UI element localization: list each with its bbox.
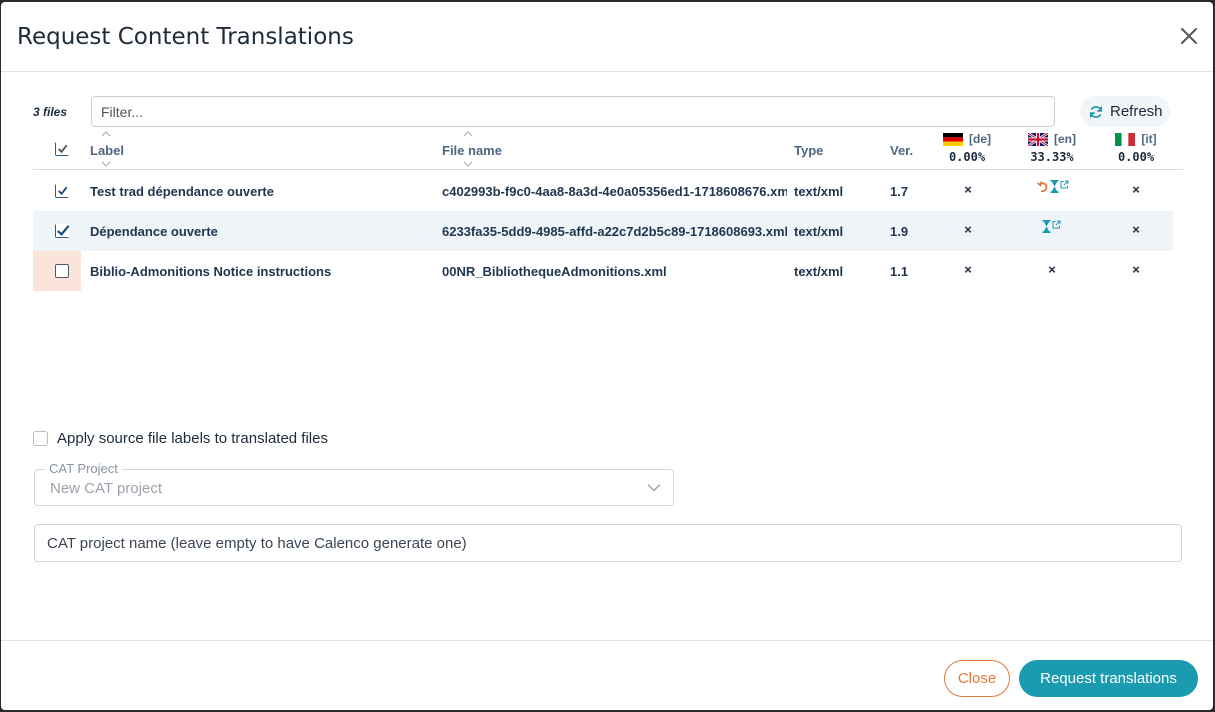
- dialog-title: Request Content Translations: [17, 24, 354, 50]
- apply-labels-checkbox[interactable]: [33, 431, 48, 446]
- column-version: Ver.: [890, 143, 914, 158]
- request-translations-button[interactable]: Request translations: [1019, 660, 1198, 697]
- sort-down-icon[interactable]: [463, 161, 473, 167]
- row-version: 1.9: [890, 224, 909, 239]
- refresh-button[interactable]: Refresh: [1080, 96, 1170, 127]
- undo-icon: [1037, 181, 1048, 193]
- toolbar: 3 files Refresh: [1, 96, 1213, 128]
- row-version: 1.7: [890, 184, 909, 199]
- column-file-name[interactable]: File name: [442, 143, 502, 158]
- flag-gb-icon: [1028, 132, 1048, 146]
- select-all-checkbox[interactable]: [55, 141, 70, 156]
- row-label: Dépendance ouverte: [90, 224, 218, 239]
- row-file-name: 6233fa35-5dd9-4985-affd-a22c7d2b5c89-171…: [442, 224, 787, 239]
- lang-percent-en: 33.33%: [1030, 150, 1074, 164]
- files-count: 3 files: [33, 105, 68, 119]
- cat-project-name-input[interactable]: [34, 524, 1182, 562]
- row-label: Biblio-Admonitions Notice instructions: [90, 264, 332, 279]
- lang-percent-it: 0.00%: [1117, 150, 1155, 164]
- lang-code-it: [it]: [1141, 132, 1157, 146]
- lang-column-de: [de] 0.00%: [937, 132, 997, 164]
- row-type: text/xml: [794, 264, 844, 279]
- sort-up-icon[interactable]: [101, 131, 111, 137]
- apply-labels-option[interactable]: Apply source file labels to translated f…: [33, 430, 328, 447]
- hourglass-icon: [1050, 180, 1059, 193]
- status-it: ×: [1132, 182, 1140, 197]
- table-row[interactable]: Dépendance ouverte 6233fa35-5dd9-4985-af…: [33, 211, 1173, 251]
- row-file-name: c402993b-f9c0-4aa8-8a3d-4e0a05356ed1-171…: [442, 184, 787, 199]
- refresh-label: Refresh: [1110, 103, 1163, 120]
- status-en[interactable]: [1042, 220, 1061, 233]
- status-de: ×: [964, 182, 972, 197]
- close-button[interactable]: Close: [944, 660, 1010, 697]
- lang-code-en: [en]: [1054, 132, 1076, 146]
- dialog-footer: Close Request translations: [1, 640, 1213, 710]
- lang-column-it: [it] 0.00%: [1106, 132, 1166, 164]
- apply-labels-text: Apply source file labels to translated f…: [57, 430, 328, 447]
- row-checkbox-cell[interactable]: [33, 251, 81, 291]
- status-it: ×: [1132, 222, 1140, 237]
- external-link-icon[interactable]: [1052, 220, 1061, 229]
- close-icon[interactable]: [1179, 26, 1199, 46]
- cat-project-select[interactable]: CAT Project New CAT project: [34, 461, 674, 506]
- lang-percent-de: 0.00%: [948, 150, 986, 164]
- sort-down-icon[interactable]: [101, 161, 111, 167]
- filter-input[interactable]: [91, 96, 1055, 127]
- status-de: ×: [964, 262, 972, 277]
- row-version: 1.1: [890, 264, 909, 279]
- table-row[interactable]: Test trad dépendance ouverte c402993b-f9…: [33, 171, 1173, 211]
- status-it: ×: [1132, 262, 1140, 277]
- hourglass-icon: [1042, 220, 1051, 233]
- row-checkbox[interactable]: [55, 264, 69, 278]
- row-checkbox[interactable]: [55, 183, 70, 198]
- row-type: text/xml: [794, 224, 844, 239]
- lang-column-en: [en] 33.33%: [1022, 132, 1082, 164]
- column-type: Type: [794, 143, 824, 158]
- status-de: ×: [964, 222, 972, 237]
- row-type: text/xml: [794, 184, 844, 199]
- table-header: Label File name Type Ver. [de] 0.00% [en…: [33, 130, 1183, 170]
- external-link-icon[interactable]: [1060, 180, 1069, 189]
- sort-up-icon[interactable]: [463, 131, 473, 137]
- flag-it-icon: [1115, 132, 1136, 146]
- row-checkbox-cell[interactable]: [33, 211, 81, 251]
- status-en[interactable]: [1037, 180, 1069, 193]
- flag-de-icon: [943, 132, 963, 146]
- lang-code-de: [de]: [969, 132, 991, 146]
- table-row[interactable]: Biblio-Admonitions Notice instructions 0…: [33, 251, 1173, 291]
- files-table: Label File name Type Ver. [de] 0.00% [en…: [33, 130, 1183, 291]
- cat-project-value: New CAT project: [50, 480, 162, 497]
- row-checkbox-cell[interactable]: [33, 171, 81, 211]
- request-translations-dialog: Request Content Translations 3 files Ref…: [1, 2, 1213, 710]
- refresh-icon: [1089, 105, 1103, 118]
- row-file-name: 00NR_BibliothequeAdmonitions.xml: [442, 264, 667, 279]
- cat-project-legend: CAT Project: [45, 461, 122, 476]
- dialog-header: Request Content Translations: [1, 2, 1213, 72]
- row-label: Test trad dépendance ouverte: [90, 184, 274, 199]
- column-label[interactable]: Label: [90, 143, 124, 158]
- row-checkbox[interactable]: [55, 223, 70, 238]
- status-en: ×: [1048, 262, 1056, 277]
- chevron-down-icon: [647, 484, 661, 492]
